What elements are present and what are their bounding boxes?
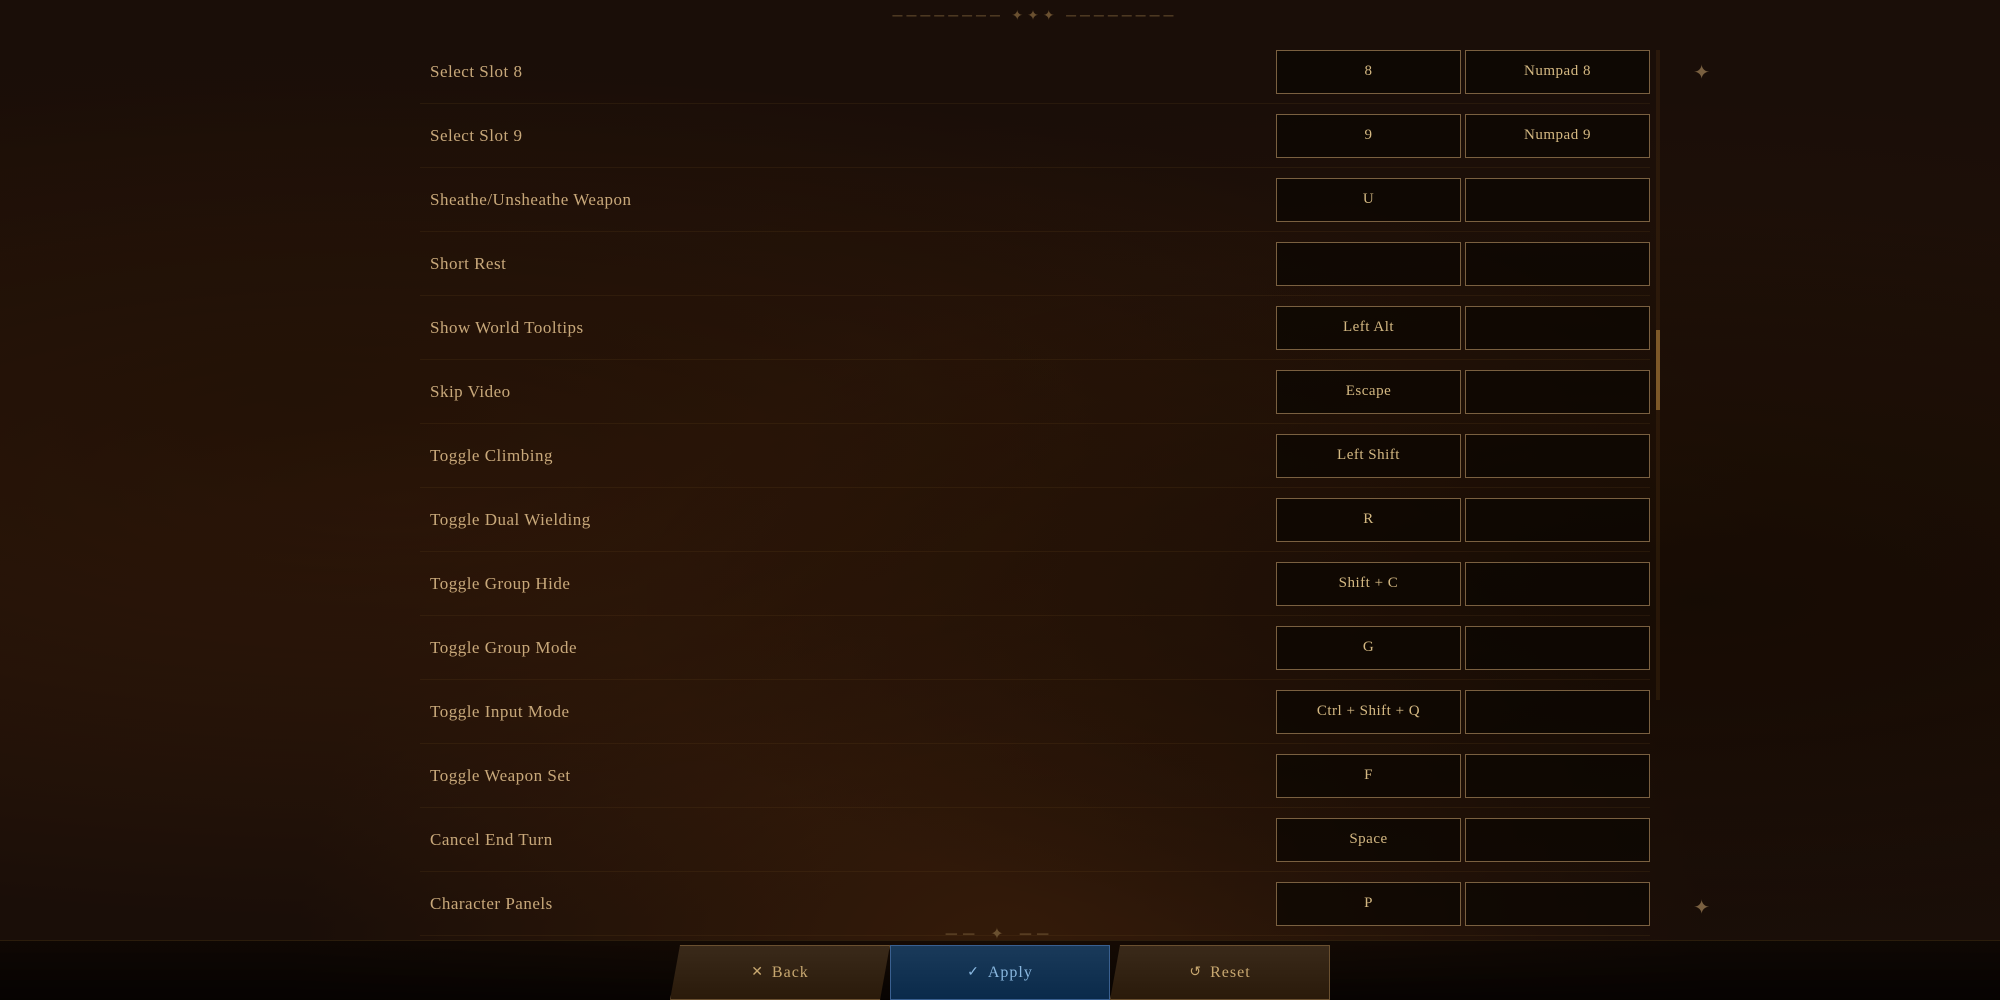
primary-key-slot[interactable]: F — [1276, 754, 1461, 798]
key-bindings: 9Numpad 9 — [1276, 114, 1650, 158]
key-bindings: R — [1276, 498, 1650, 542]
keybind-row: Skip VideoEscape — [420, 360, 1650, 424]
primary-key-slot[interactable]: G — [1276, 626, 1461, 670]
primary-key-slot[interactable]: 8 — [1276, 50, 1461, 94]
key-bindings: Space — [1276, 818, 1650, 862]
bottom-bar: ✕ Back ✓ Apply ↺ Reset — [0, 940, 2000, 1000]
secondary-key-slot[interactable] — [1465, 818, 1650, 862]
keybind-row: Toggle Input ModeCtrl + Shift + Q — [420, 680, 1650, 744]
keybind-list: Select Slot 88Numpad 8Select Slot 99Nump… — [420, 30, 1650, 1000]
secondary-key-slot[interactable] — [1465, 306, 1650, 350]
secondary-key-slot[interactable] — [1465, 882, 1650, 926]
keybind-row: Toggle Group HideShift + C — [420, 552, 1650, 616]
secondary-key-slot[interactable] — [1465, 626, 1650, 670]
secondary-key-slot[interactable] — [1465, 754, 1650, 798]
secondary-key-slot[interactable] — [1465, 370, 1650, 414]
secondary-key-slot[interactable] — [1465, 434, 1650, 478]
key-bindings: U — [1276, 178, 1650, 222]
reset-button[interactable]: ↺ Reset — [1110, 945, 1330, 1000]
action-name: Show World Tooltips — [420, 318, 1276, 338]
keybind-row: Toggle ClimbingLeft Shift — [420, 424, 1650, 488]
back-label: Back — [772, 964, 809, 982]
action-name: Short Rest — [420, 254, 1276, 274]
primary-key-slot[interactable]: Space — [1276, 818, 1461, 862]
keybind-row: Select Slot 99Numpad 9 — [420, 104, 1650, 168]
action-name: Select Slot 8 — [420, 62, 1276, 82]
reset-label: Reset — [1210, 964, 1251, 982]
reset-icon: ↺ — [1189, 964, 1202, 981]
primary-key-slot[interactable]: Ctrl + Shift + Q — [1276, 690, 1461, 734]
primary-key-slot[interactable]: P — [1276, 882, 1461, 926]
primary-key-slot[interactable]: 9 — [1276, 114, 1461, 158]
keybind-row: Toggle Weapon SetF — [420, 744, 1650, 808]
action-name: Sheathe/Unsheathe Weapon — [420, 190, 1276, 210]
apply-button[interactable]: ✓ Apply — [890, 945, 1110, 1000]
key-bindings: G — [1276, 626, 1650, 670]
apply-icon: ✓ — [967, 964, 980, 981]
keybind-row: Short Rest — [420, 232, 1650, 296]
secondary-key-slot[interactable]: Numpad 8 — [1465, 50, 1650, 94]
action-name: Toggle Dual Wielding — [420, 510, 1276, 530]
secondary-key-slot[interactable] — [1465, 562, 1650, 606]
keybind-row: Select Slot 88Numpad 8 — [420, 40, 1650, 104]
keybind-row: Cancel End TurnSpace — [420, 808, 1650, 872]
secondary-key-slot[interactable] — [1465, 178, 1650, 222]
keybind-row: Show World TooltipsLeft Alt — [420, 296, 1650, 360]
key-bindings: Escape — [1276, 370, 1650, 414]
primary-key-slot[interactable]: Left Shift — [1276, 434, 1461, 478]
primary-key-slot[interactable]: Escape — [1276, 370, 1461, 414]
action-name: Toggle Input Mode — [420, 702, 1276, 722]
action-name: Character Panels — [420, 894, 1276, 914]
secondary-key-slot[interactable] — [1465, 242, 1650, 286]
primary-key-slot[interactable]: Left Alt — [1276, 306, 1461, 350]
secondary-key-slot[interactable] — [1465, 690, 1650, 734]
action-name: Toggle Climbing — [420, 446, 1276, 466]
key-bindings: Ctrl + Shift + Q — [1276, 690, 1650, 734]
key-bindings: 8Numpad 8 — [1276, 50, 1650, 94]
compass-icon-top: ✦ — [1693, 60, 1710, 85]
back-icon: ✕ — [751, 964, 764, 981]
key-bindings: Left Shift — [1276, 434, 1650, 478]
action-name: Cancel End Turn — [420, 830, 1276, 850]
key-bindings: P — [1276, 882, 1650, 926]
secondary-key-slot[interactable] — [1465, 498, 1650, 542]
key-bindings: Shift + C — [1276, 562, 1650, 606]
primary-key-slot[interactable]: U — [1276, 178, 1461, 222]
apply-label: Apply — [988, 964, 1033, 982]
action-name: Toggle Group Mode — [420, 638, 1276, 658]
action-name: Skip Video — [420, 382, 1276, 402]
keybind-row: Toggle Group ModeG — [420, 616, 1650, 680]
action-name: Toggle Group Hide — [420, 574, 1276, 594]
action-name: Toggle Weapon Set — [420, 766, 1276, 786]
scroll-thumb[interactable] — [1656, 330, 1660, 410]
key-bindings: Left Alt — [1276, 306, 1650, 350]
primary-key-slot[interactable] — [1276, 242, 1461, 286]
key-bindings: F — [1276, 754, 1650, 798]
keybind-row: Toggle Dual WieldingR — [420, 488, 1650, 552]
action-name: Select Slot 9 — [420, 126, 1276, 146]
key-bindings — [1276, 242, 1650, 286]
scroll-track[interactable] — [1656, 50, 1660, 700]
primary-key-slot[interactable]: Shift + C — [1276, 562, 1461, 606]
compass-icon-bottom: ✦ — [1693, 895, 1710, 920]
keybind-row: Sheathe/Unsheathe WeaponU — [420, 168, 1650, 232]
primary-key-slot[interactable]: R — [1276, 498, 1461, 542]
secondary-key-slot[interactable]: Numpad 9 — [1465, 114, 1650, 158]
back-button[interactable]: ✕ Back — [670, 945, 890, 1000]
